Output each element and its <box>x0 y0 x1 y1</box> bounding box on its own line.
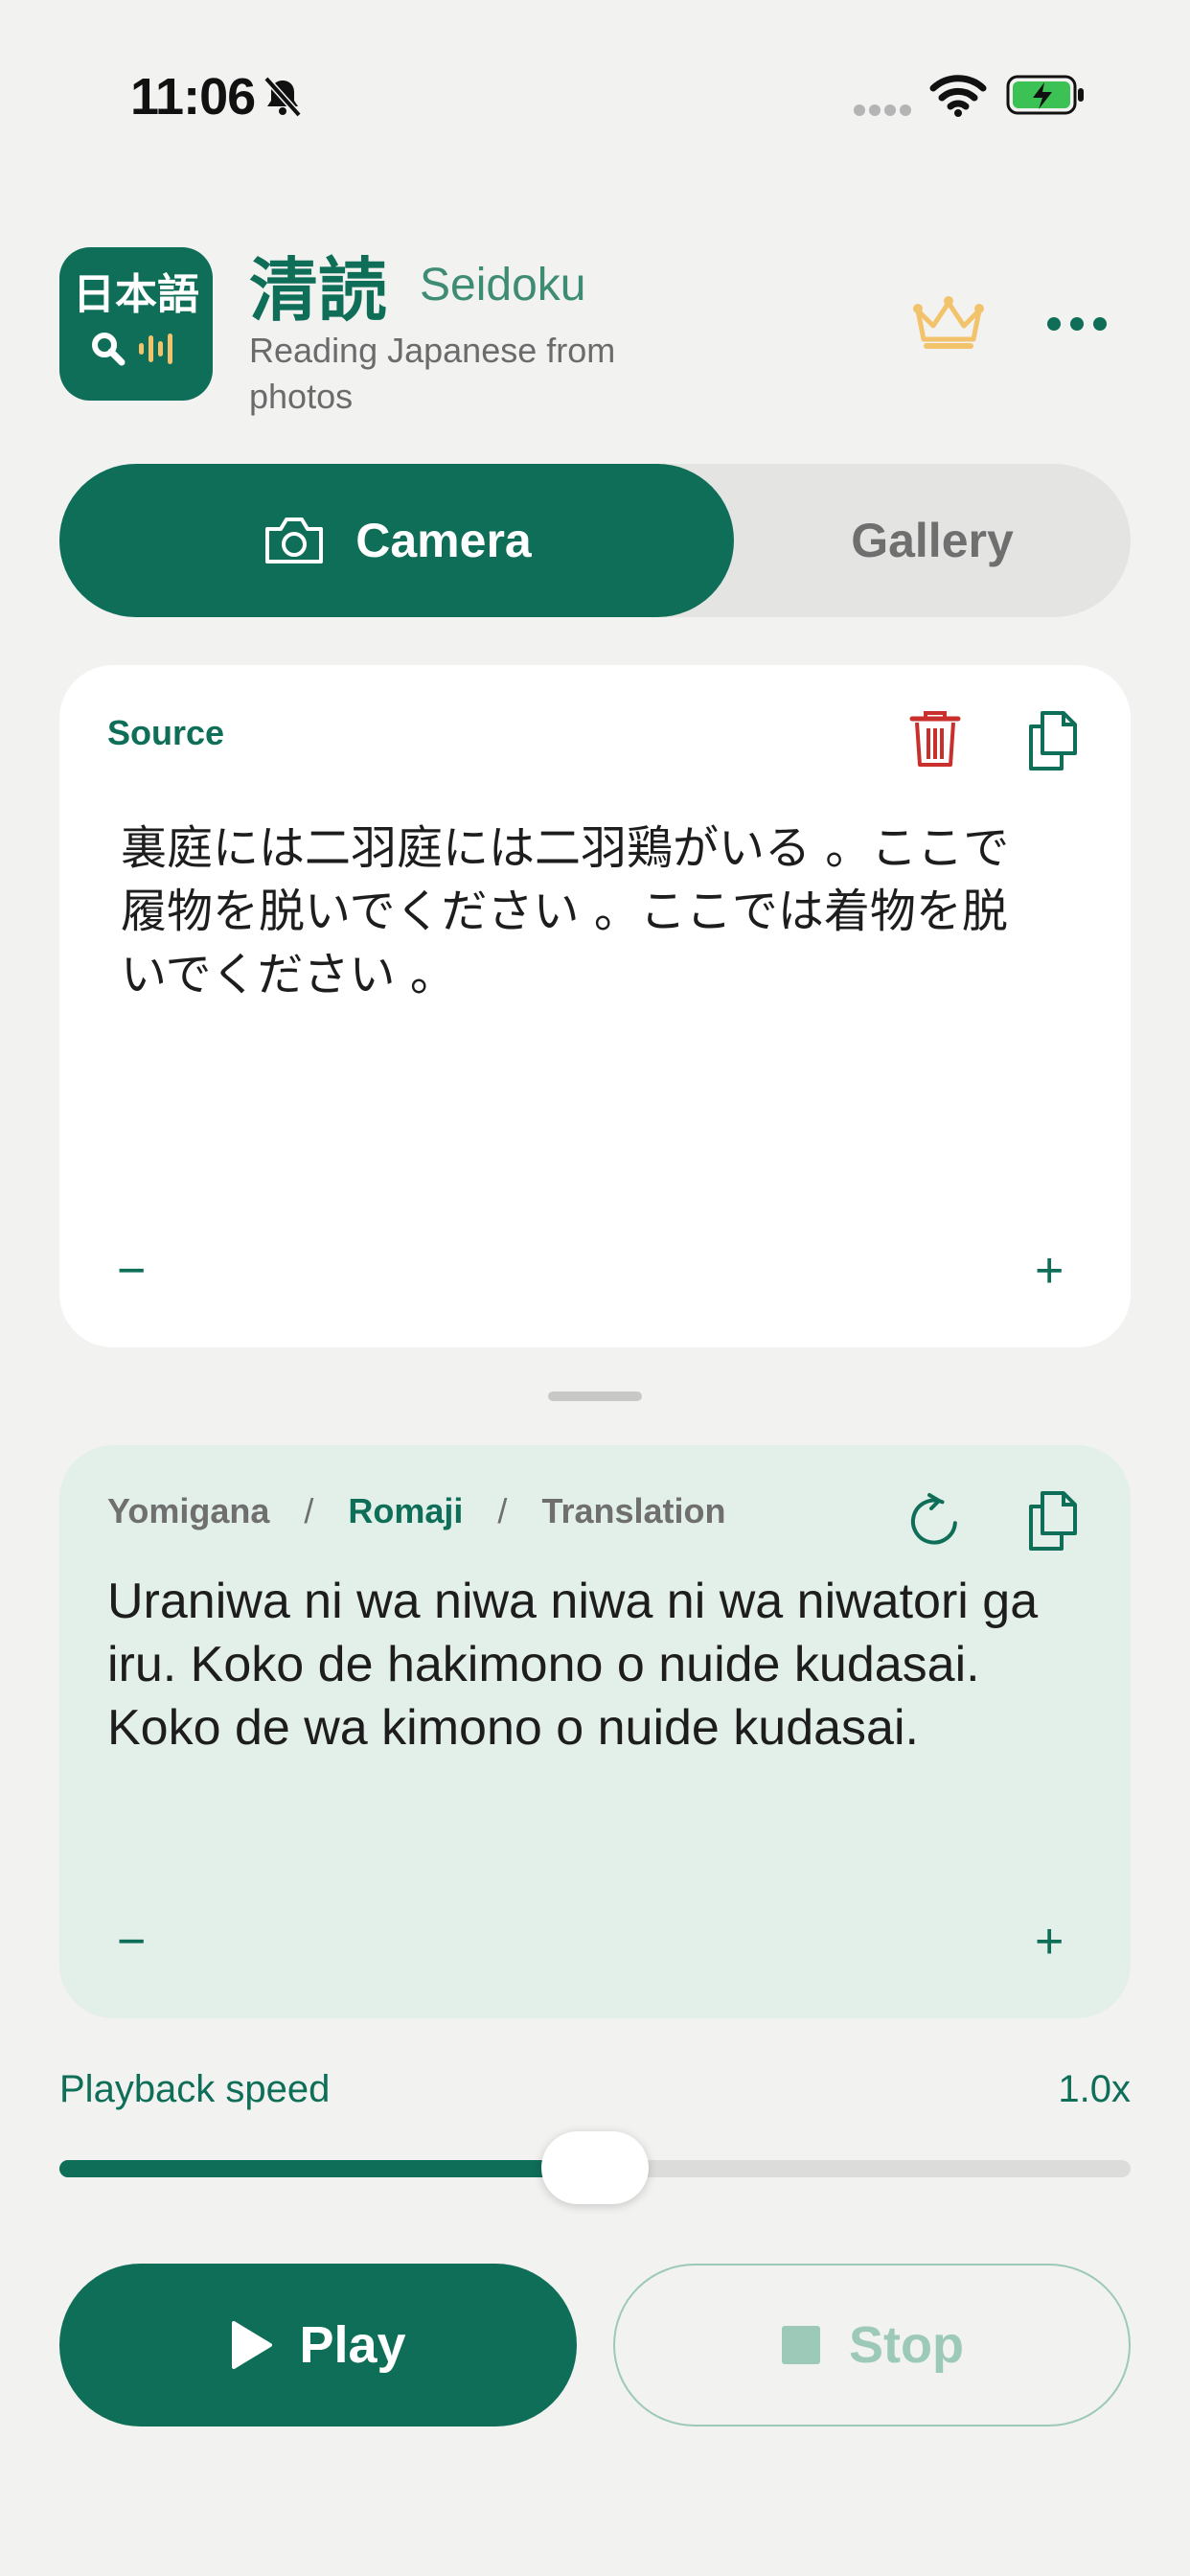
output-font-increase-button[interactable]: + <box>1035 1913 1064 1970</box>
wifi-icon <box>929 75 987 117</box>
output-text[interactable]: Uraniwa ni wa niwa niwa ni wa niwatori g… <box>107 1570 1046 1760</box>
tab-separator: / <box>497 1491 508 1530</box>
crown-icon[interactable] <box>910 293 987 353</box>
source-label: Source <box>107 713 225 752</box>
app-logo: 日本語 <box>59 247 213 401</box>
tab-translation[interactable]: Translation <box>541 1491 725 1531</box>
sound-wave-icon <box>139 334 172 364</box>
camera-icon <box>265 518 324 564</box>
source-text[interactable]: 裏庭には二羽庭には二羽鶏がいる 。ここで履物を脱いでください 。ここでは着物を脱… <box>121 816 1041 1006</box>
tab-separator: / <box>304 1491 314 1530</box>
status-time: 11:06 <box>130 68 256 126</box>
source-font-increase-button[interactable]: + <box>1035 1242 1064 1300</box>
play-button[interactable]: Play <box>59 2264 577 2426</box>
slider-fill <box>59 2160 595 2177</box>
slider-thumb[interactable] <box>541 2131 649 2204</box>
tab-yomigana[interactable]: Yomigana <box>107 1491 269 1531</box>
playback-speed-slider[interactable] <box>59 2131 1131 2204</box>
tab-camera[interactable]: Camera <box>59 464 734 617</box>
logo-text: 日本語 <box>73 270 199 319</box>
battery-charging-icon <box>1006 75 1084 115</box>
source-card <box>59 665 1131 1347</box>
output-font-decrease-button[interactable]: − <box>117 1913 146 1970</box>
copy-source-icon[interactable] <box>1025 709 1083 772</box>
output-tabs: Yomigana / Romaji / Translation <box>107 1491 725 1531</box>
play-icon <box>232 2321 273 2369</box>
drag-handle[interactable] <box>548 1392 642 1401</box>
app-subtitle: Reading Japanese from photos <box>249 331 616 416</box>
tab-camera-label: Camera <box>355 514 532 567</box>
refresh-icon[interactable] <box>908 1491 962 1549</box>
magnifier-icon <box>92 333 126 366</box>
playback-speed-label: Playback speed <box>59 2068 331 2110</box>
stop-button[interactable]: Stop <box>613 2264 1131 2426</box>
tab-romaji[interactable]: Romaji <box>348 1491 463 1531</box>
stop-icon <box>782 2326 820 2364</box>
app-title-kanji: 清読 <box>249 250 388 331</box>
bell-slash-icon <box>263 76 302 118</box>
source-mode-segmented-control: Camera Gallery <box>59 464 1131 617</box>
app-title-romaji: Seidoku <box>420 260 586 310</box>
tab-gallery-label: Gallery <box>851 514 1014 567</box>
playback-speed-value: 1.0x <box>1058 2068 1131 2110</box>
trash-icon[interactable] <box>908 709 962 770</box>
play-label: Play <box>299 2316 406 2374</box>
cellular-signal-icon <box>854 104 911 116</box>
source-font-decrease-button[interactable]: − <box>117 1242 146 1300</box>
tab-gallery[interactable]: Gallery <box>734 464 1131 617</box>
more-options-icon[interactable] <box>1046 316 1108 332</box>
stop-label: Stop <box>849 2316 964 2374</box>
copy-output-icon[interactable] <box>1025 1489 1083 1552</box>
